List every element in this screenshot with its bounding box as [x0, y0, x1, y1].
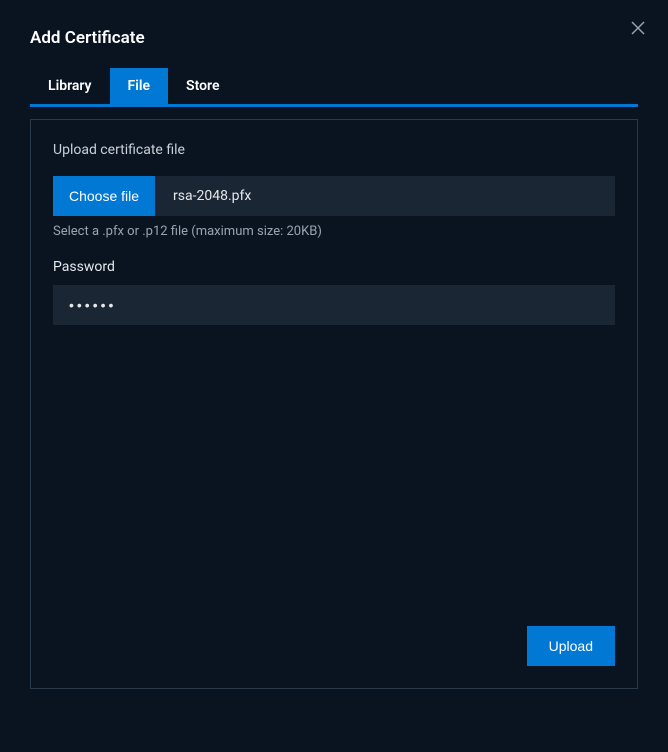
- dialog-title: Add Certificate: [0, 0, 668, 68]
- password-input[interactable]: [53, 285, 615, 325]
- choose-file-button[interactable]: Choose file: [53, 176, 155, 216]
- tab-bar: Library File Store: [30, 68, 638, 107]
- upload-section-label: Upload certificate file: [53, 142, 615, 158]
- selected-file-name: rsa-2048.pfx: [155, 176, 615, 216]
- file-upload-panel: Upload certificate file Choose file rsa-…: [30, 119, 638, 689]
- file-hint-text: Select a .pfx or .p12 file (maximum size…: [53, 224, 615, 239]
- tab-library[interactable]: Library: [30, 68, 110, 104]
- add-certificate-dialog: Add Certificate Library File Store Uploa…: [0, 0, 668, 752]
- file-selector-row: Choose file rsa-2048.pfx: [53, 176, 615, 216]
- password-label: Password: [53, 259, 615, 275]
- tab-file[interactable]: File: [110, 68, 169, 104]
- close-icon: [631, 21, 645, 35]
- close-button[interactable]: [628, 18, 648, 38]
- tab-store[interactable]: Store: [168, 68, 237, 104]
- upload-button[interactable]: Upload: [527, 626, 615, 666]
